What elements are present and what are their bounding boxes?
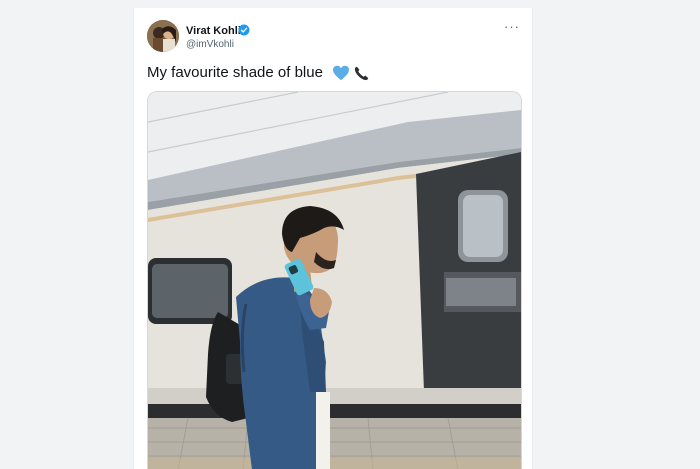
author-name[interactable]: Virat Kohli [186,25,241,37]
tweet-text: My favourite shade of blue [147,64,323,81]
more-options-icon[interactable]: ··· [504,20,520,33]
blue-heart-emoji [333,65,349,81]
avatar[interactable] [147,20,179,52]
verified-badge-icon [238,24,250,36]
telephone-receiver-emoji [354,66,369,81]
tweet-photo[interactable] [147,91,522,469]
author-handle[interactable]: @imVkohli [186,39,234,50]
tweet-card[interactable]: Virat Kohli @imVkohli ··· My favourite s… [133,8,533,469]
